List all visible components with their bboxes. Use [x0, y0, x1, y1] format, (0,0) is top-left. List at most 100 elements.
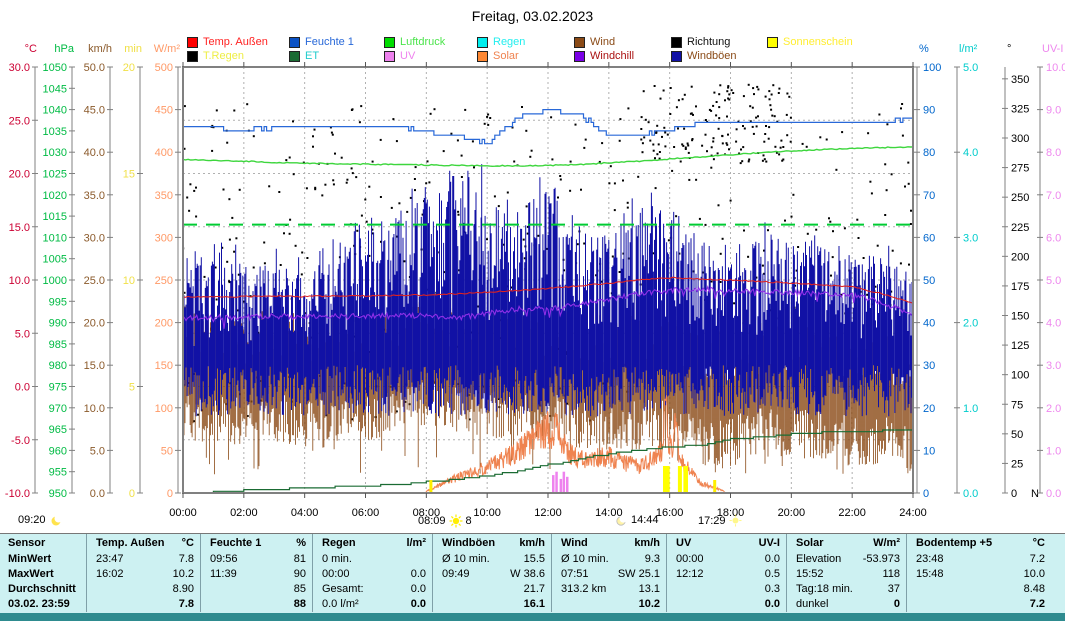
table-cell: 23:47 7.8	[86, 551, 200, 566]
svg-text:100: 100	[923, 62, 941, 74]
svg-text:-5.0: -5.0	[11, 435, 30, 447]
svg-text:2.0: 2.0	[1046, 403, 1061, 415]
svg-text:50: 50	[161, 445, 173, 457]
svg-text:5.0: 5.0	[1046, 275, 1061, 287]
table-col-header: SolarW/m²	[786, 534, 906, 551]
svg-text:990: 990	[49, 318, 67, 330]
cell-time: 15:52	[796, 568, 824, 580]
svg-text:0: 0	[1011, 488, 1017, 500]
svg-text:1040: 1040	[43, 105, 67, 117]
svg-text:985: 985	[49, 339, 67, 351]
cell-value: 0.0	[765, 598, 780, 610]
svg-text:30: 30	[923, 360, 935, 372]
sensor-unit: l/m²	[406, 537, 426, 549]
table-cell: Elevation-53.973	[786, 551, 906, 566]
cell-time: 23:47	[96, 553, 124, 565]
svg-text:9.0: 9.0	[1046, 105, 1061, 117]
cell-time: Gesamt:	[322, 583, 364, 595]
table-cell: 00:000.0	[666, 551, 786, 566]
cell-value: 10.2	[639, 598, 660, 610]
svg-text:6.0: 6.0	[1046, 232, 1061, 244]
svg-text:24:00: 24:00	[899, 507, 927, 519]
cell-time: 11:39	[210, 568, 237, 580]
svg-text:0.0: 0.0	[15, 382, 30, 394]
sensor-unit: UV-I	[759, 537, 780, 549]
cell-time: 09:49	[442, 568, 470, 580]
table-cell: 07:51SW 25.1	[551, 566, 666, 581]
svg-text:450: 450	[155, 105, 173, 117]
table-cell: 313.2 km13.1	[551, 581, 666, 596]
table-cell: Gesamt:0.0	[312, 581, 432, 596]
table-cell: 0.3	[666, 581, 786, 596]
table-cell: 88	[200, 596, 312, 612]
sensor-name: Bodentemp +5	[916, 537, 992, 549]
table-cell: 7.2	[906, 596, 1065, 612]
svg-text:02:00: 02:00	[230, 507, 258, 519]
svg-text:0.0: 0.0	[90, 488, 105, 500]
table-cell: 00:000.0	[312, 566, 432, 581]
svg-text:30.0: 30.0	[9, 62, 30, 74]
svg-text:8.0: 8.0	[1046, 147, 1061, 159]
svg-text:UV-I: UV-I	[1042, 43, 1063, 55]
svg-text:175: 175	[1011, 281, 1029, 293]
table-cell: 16.1	[432, 596, 551, 612]
sensor-unit: km/h	[519, 537, 545, 549]
cell-value: 88	[294, 598, 306, 610]
sunrise-number: 8	[466, 515, 472, 527]
svg-text:100: 100	[155, 403, 173, 415]
cell-value: 8.90	[173, 583, 194, 595]
svg-text:90: 90	[923, 105, 935, 117]
table-col-header: Windböenkm/h	[432, 534, 551, 551]
svg-text:1035: 1035	[43, 126, 67, 138]
sensor-unit: W/m²	[873, 537, 900, 549]
svg-text:350: 350	[1011, 74, 1029, 86]
sensor-name: Regen	[322, 537, 356, 549]
svg-text:1020: 1020	[43, 190, 67, 202]
cell-time: Elevation	[796, 553, 841, 565]
sensor-unit: %	[296, 537, 306, 549]
moonrise-annotation: 14:44	[615, 514, 659, 526]
svg-text:16:00: 16:00	[656, 507, 684, 519]
cell-value: 0.3	[765, 583, 780, 595]
cell-value: 7.8	[179, 598, 194, 610]
table-col-header: Windkm/h	[551, 534, 666, 551]
svg-text:250: 250	[1011, 192, 1029, 204]
table-cell: 15:4810.0	[906, 566, 1065, 581]
svg-text:150: 150	[1011, 311, 1029, 323]
svg-text:1000: 1000	[43, 275, 67, 287]
table-cell: 85	[200, 581, 312, 596]
cell-value: 10.0	[1024, 568, 1045, 580]
cell-time: 09:56	[210, 553, 238, 565]
svg-text:5.0: 5.0	[15, 328, 30, 340]
svg-text:25.0: 25.0	[84, 275, 105, 287]
svg-text:10: 10	[123, 275, 135, 287]
cell-time: 313.2 km	[561, 583, 606, 595]
cell-value: 37	[888, 583, 900, 595]
svg-text:10:00: 10:00	[473, 507, 501, 519]
svg-text:20:00: 20:00	[778, 507, 806, 519]
cell-value: 8.48	[1024, 583, 1045, 595]
svg-text:80: 80	[923, 147, 935, 159]
weather-chart: 30.025.020.015.010.05.00.0-5.0-10.0°C105…	[0, 0, 1065, 533]
sunset-sun-icon	[729, 514, 742, 527]
svg-text:60: 60	[923, 232, 935, 244]
svg-text:3.0: 3.0	[1046, 360, 1061, 372]
cell-value: 21.7	[524, 583, 545, 595]
svg-text:22:00: 22:00	[838, 507, 866, 519]
table-cell: 09:49W 38.6	[432, 566, 551, 581]
cell-value: 0	[894, 598, 900, 610]
svg-text:350: 350	[155, 190, 173, 202]
svg-text:12:00: 12:00	[534, 507, 562, 519]
moonset-time: 09:20	[18, 514, 46, 526]
moonrise-time: 14:44	[631, 514, 659, 526]
cell-value: 7.8	[179, 553, 194, 565]
svg-text:25: 25	[1011, 458, 1023, 470]
svg-text:N: N	[1031, 488, 1039, 500]
table-row-label: 03.02. 23:59	[0, 596, 86, 612]
table-cell: 0.0 l/m²0.0	[312, 596, 432, 612]
sunset-time: 17:29	[698, 515, 726, 527]
cell-time: dunkel	[796, 598, 828, 610]
svg-text:min: min	[124, 43, 142, 55]
svg-text:0.0: 0.0	[963, 488, 978, 500]
svg-text:20.0: 20.0	[84, 318, 105, 330]
